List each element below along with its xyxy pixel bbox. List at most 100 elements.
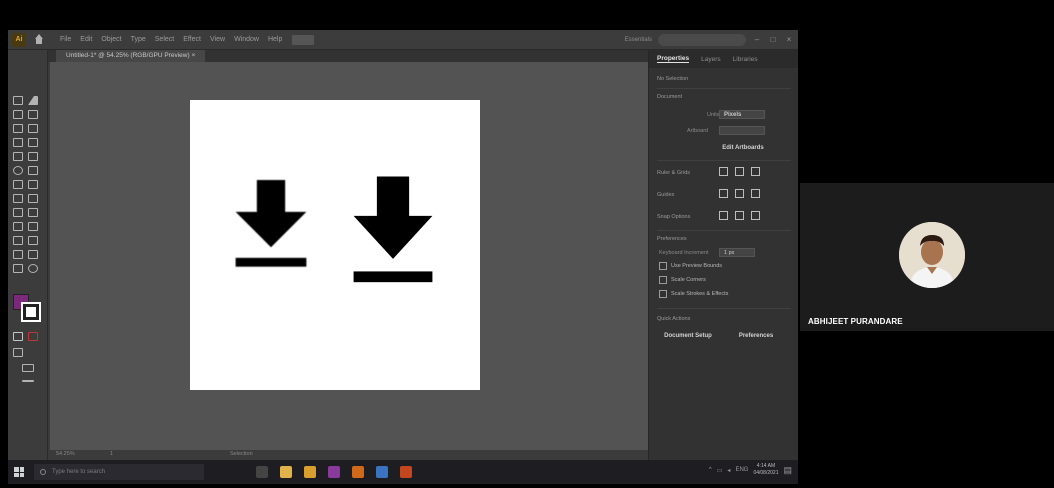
taskbar-search-input[interactable]: Type here to search — [34, 464, 204, 480]
blend-tool-icon[interactable] — [28, 236, 38, 245]
edit-artboards-button[interactable]: Edit Artboards — [707, 142, 779, 154]
menu-file[interactable]: File — [60, 36, 71, 43]
document-tab-bar: Untitled-1* @ 54.25% (RGB/GPU Preview) × — [48, 50, 648, 62]
task-view-icon[interactable] — [256, 466, 268, 478]
color-mode-icon[interactable] — [13, 332, 23, 341]
artboard-navigator[interactable]: 1 — [110, 451, 113, 457]
stroke-color-swatch[interactable] — [21, 302, 41, 322]
download-icon-pixelated[interactable] — [228, 180, 314, 272]
smart-guides-icon[interactable] — [751, 189, 760, 198]
photos-icon[interactable] — [376, 466, 388, 478]
drawing-mode-icon[interactable] — [13, 348, 23, 357]
artboard[interactable] — [190, 100, 480, 390]
zoom-tool-icon[interactable] — [28, 264, 38, 273]
search-input[interactable] — [658, 34, 746, 46]
tab-libraries[interactable]: Libraries — [733, 56, 758, 63]
clock-date: 04/08/2021 — [753, 470, 779, 476]
file-explorer-icon[interactable] — [280, 466, 292, 478]
none-mode-icon[interactable] — [28, 332, 38, 341]
chevron-up-icon[interactable]: ^ — [709, 467, 712, 473]
volume-icon[interactable]: ◂ — [727, 467, 730, 474]
width-tool-icon[interactable] — [13, 194, 23, 203]
participant-tile[interactable]: ABHIJEET PURANDARE — [800, 183, 1054, 331]
brush-tool-icon[interactable] — [13, 124, 23, 133]
maximize-icon[interactable]: □ — [768, 35, 778, 45]
perspective-tool-icon[interactable] — [28, 208, 38, 217]
symbol-sprayer-tool-icon[interactable] — [13, 250, 23, 259]
artboard-tool-icon[interactable] — [13, 96, 23, 105]
close-icon[interactable]: × — [784, 35, 794, 45]
rotate-tool-icon[interactable] — [13, 180, 23, 189]
menu-object[interactable]: Object — [101, 36, 121, 43]
arrange-documents-button[interactable] — [292, 34, 315, 45]
minimize-icon[interactable]: – — [752, 35, 762, 45]
shared-screen: Ai File Edit Object Type Select Effect V… — [8, 30, 798, 484]
guides-label: Guides — [657, 192, 675, 198]
canvas-area[interactable] — [50, 62, 648, 460]
use-preview-bounds-checkbox[interactable] — [659, 262, 667, 270]
selection-tool-icon[interactable] — [28, 96, 38, 105]
taskbar-search-text: Type here to search — [52, 469, 106, 475]
chrome-icon[interactable] — [304, 466, 316, 478]
menu-edit[interactable]: Edit — [80, 36, 92, 43]
tab-layers[interactable]: Layers — [701, 56, 721, 63]
home-icon[interactable] — [32, 33, 46, 47]
clock[interactable]: 4:14 AM 04/08/2021 — [753, 463, 778, 477]
menu-type[interactable]: Type — [131, 36, 146, 43]
paintbrush-tool-icon[interactable] — [28, 152, 38, 161]
ruler-icon[interactable] — [719, 167, 728, 176]
menu-view[interactable]: View — [210, 36, 225, 43]
download-icon-vector[interactable] — [350, 176, 436, 288]
snap-to-point-icon[interactable] — [719, 211, 728, 220]
powerpoint-icon[interactable] — [400, 466, 412, 478]
screen-mode-icon[interactable] — [22, 364, 34, 372]
shape-builder-tool-icon[interactable] — [13, 208, 23, 217]
document-tab-label: Untitled-1* @ 54.25% (RGB/GPU Preview) — [66, 52, 190, 59]
workspace-label[interactable]: Essentials — [625, 37, 652, 43]
grid-icon[interactable] — [735, 167, 744, 176]
menu-help[interactable]: Help — [268, 36, 282, 43]
menu-window[interactable]: Window — [234, 36, 259, 43]
line-tool-icon[interactable] — [28, 138, 38, 147]
scale-tool-icon[interactable] — [28, 180, 38, 189]
hand-tool-icon[interactable] — [13, 264, 23, 273]
close-tab-icon[interactable]: × — [191, 52, 195, 59]
document-tab[interactable]: Untitled-1* @ 54.25% (RGB/GPU Preview) × — [56, 50, 206, 62]
graph-tool-icon[interactable] — [28, 250, 38, 259]
scale-corners-checkbox[interactable] — [659, 276, 667, 284]
curvature-tool-icon[interactable] — [28, 110, 38, 119]
rectangle-tool-icon[interactable] — [13, 152, 23, 161]
scale-strokes-checkbox[interactable] — [659, 290, 667, 298]
pencil-tool-icon[interactable] — [28, 124, 38, 133]
guides-show-icon[interactable] — [719, 189, 728, 198]
artboard-dropdown[interactable] — [719, 126, 765, 135]
document-setup-button[interactable]: Document Setup — [657, 330, 719, 342]
eraser-tool-icon[interactable] — [28, 166, 38, 175]
media-icon[interactable] — [328, 466, 340, 478]
gradient-tool-icon[interactable] — [28, 222, 38, 231]
notification-icon[interactable]: ▤ — [783, 465, 792, 476]
windows-start-icon[interactable] — [14, 467, 24, 477]
illustrator-taskbar-icon[interactable] — [352, 466, 364, 478]
network-icon[interactable]: ▭ — [717, 467, 723, 474]
units-dropdown[interactable]: Pixels — [719, 110, 765, 119]
guides-lock-icon[interactable] — [735, 189, 744, 198]
keyboard-increment-field[interactable]: 1 px — [719, 248, 755, 257]
zoom-level[interactable]: 54.25% — [56, 451, 75, 457]
type-tool-icon[interactable] — [13, 138, 23, 147]
snap-to-glyph-icon[interactable] — [751, 211, 760, 220]
pen-tool-icon[interactable] — [13, 110, 23, 119]
tab-properties[interactable]: Properties — [657, 55, 690, 63]
menu-select[interactable]: Select — [155, 36, 174, 43]
status-selection[interactable]: Selection — [230, 451, 253, 457]
edit-toolbar-icon[interactable] — [22, 380, 34, 382]
eyedropper-tool-icon[interactable] — [13, 236, 23, 245]
menu-effect[interactable]: Effect — [183, 36, 201, 43]
transparency-grid-icon[interactable] — [751, 167, 760, 176]
language-indicator[interactable]: ENG — [735, 467, 748, 473]
free-transform-tool-icon[interactable] — [28, 194, 38, 203]
preferences-button[interactable]: Preferences — [725, 330, 787, 342]
snap-to-pixel-icon[interactable] — [735, 211, 744, 220]
mesh-tool-icon[interactable] — [13, 222, 23, 231]
shaper-tool-icon[interactable] — [13, 166, 23, 175]
